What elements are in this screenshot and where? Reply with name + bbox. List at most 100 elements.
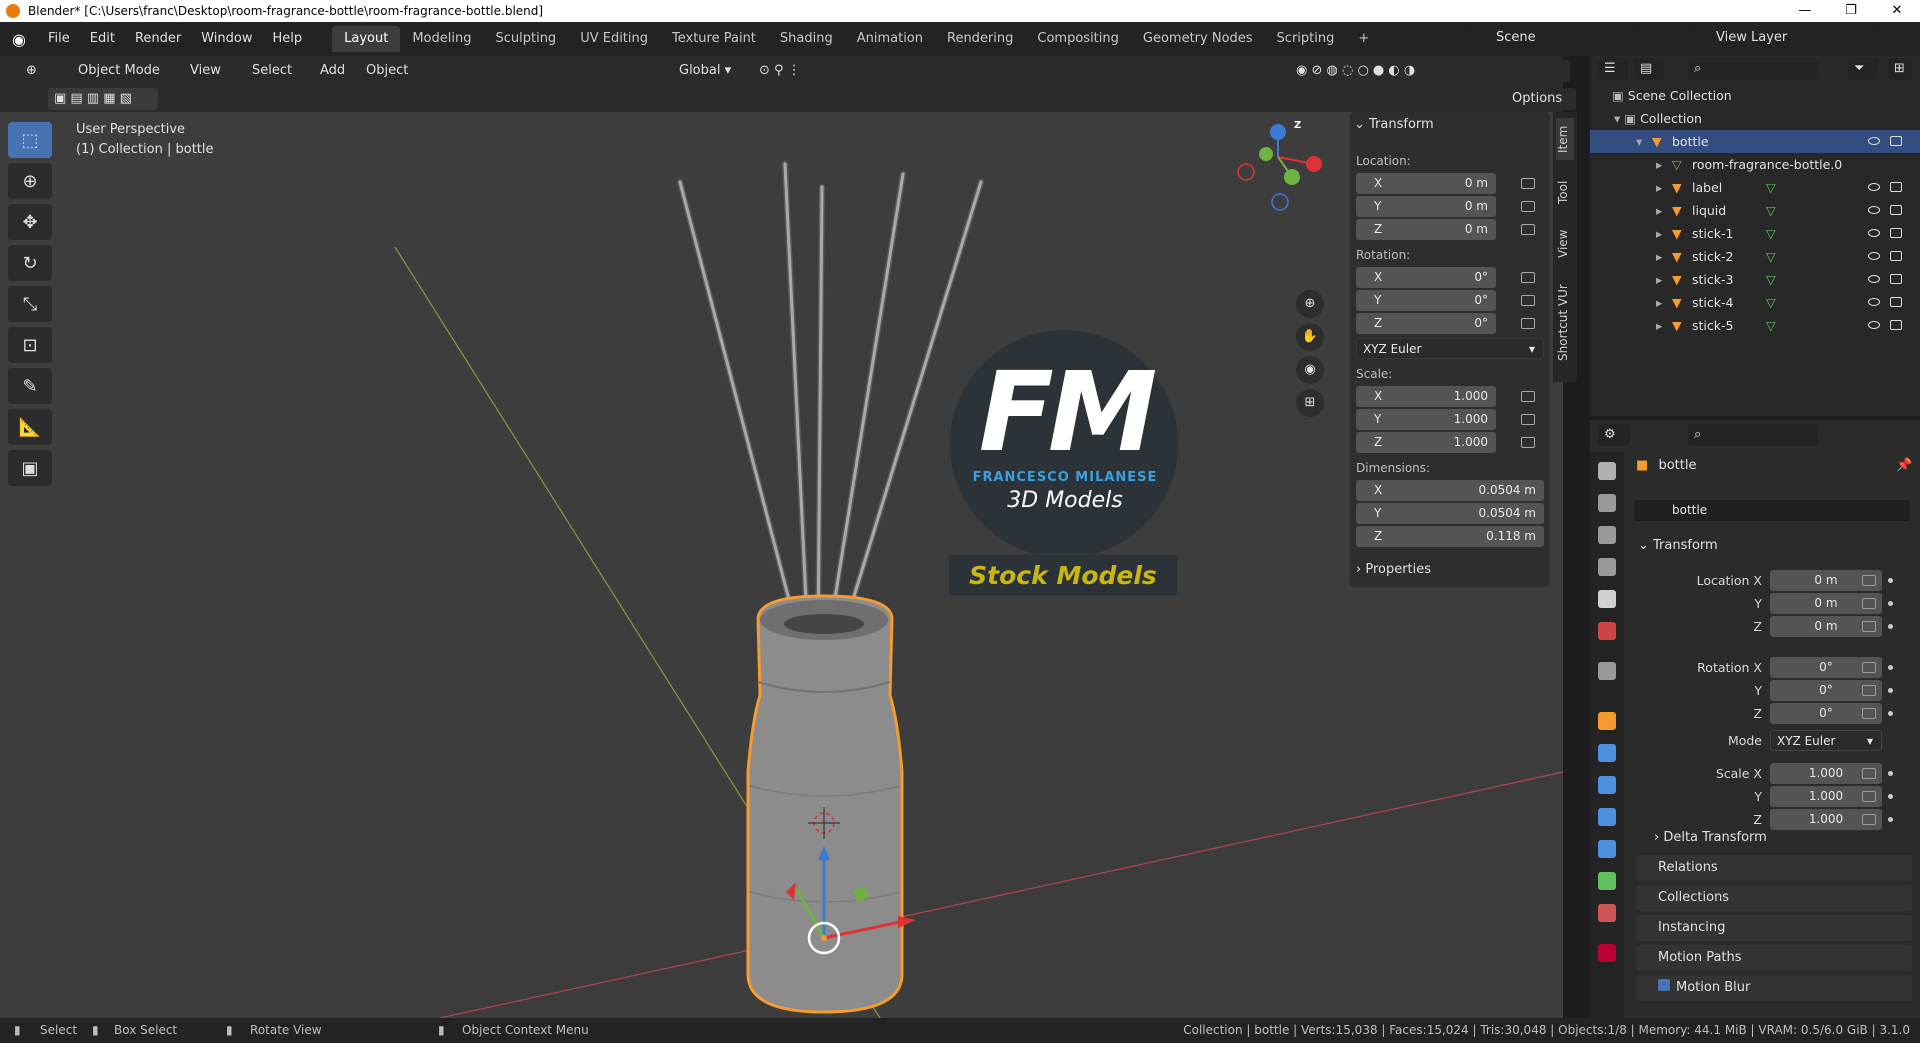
dimension-y-field[interactable]: Y 0.0504 m: [1356, 503, 1544, 524]
expand-down-arrow-icon[interactable]: ▾: [1636, 130, 1642, 153]
visibility-eye-icon[interactable]: [1868, 252, 1880, 260]
section-instancing[interactable]: Instancing: [1636, 915, 1912, 941]
constraints-tab-icon[interactable]: [1598, 840, 1616, 858]
lock-icon[interactable]: [1862, 598, 1876, 609]
render-camera-icon[interactable]: [1890, 251, 1902, 261]
blender-menu-icon[interactable]: ◉: [0, 30, 38, 49]
scale-x-field[interactable]: X 1.000: [1356, 386, 1496, 407]
sidebar-tab-item[interactable]: Item: [1556, 118, 1574, 160]
object-name-field[interactable]: bottle: [1634, 500, 1910, 521]
menu-add[interactable]: Add: [310, 56, 355, 86]
filter-icon[interactable]: ⏷: [1848, 58, 1878, 80]
collection-tab-icon[interactable]: [1598, 662, 1616, 680]
scale-tool-icon[interactable]: ⤡: [8, 286, 52, 322]
lock-icon[interactable]: [1521, 201, 1535, 212]
lock-icon[interactable]: [1521, 272, 1535, 283]
add-workspace-button[interactable]: +: [1346, 26, 1381, 52]
outliner-row-stick-1[interactable]: ▸ ▼ stick-1 ▽: [1590, 222, 1920, 245]
tab-geometry-nodes[interactable]: Geometry Nodes: [1131, 26, 1265, 52]
keyframe-dot-icon[interactable]: [1888, 794, 1893, 799]
camera-view-icon[interactable]: ◉: [1296, 356, 1324, 384]
keyframe-dot-icon[interactable]: [1888, 624, 1893, 629]
editor-type-icon[interactable]: ⊕: [20, 60, 46, 82]
lock-icon[interactable]: [1521, 178, 1535, 189]
tab-scripting[interactable]: Scripting: [1265, 26, 1347, 52]
lock-icon[interactable]: [1521, 224, 1535, 235]
delta-transform-header[interactable]: › Delta Transform: [1654, 830, 1767, 845]
lock-icon[interactable]: [1862, 814, 1876, 825]
tab-uv-editing[interactable]: UV Editing: [568, 26, 660, 52]
expand-right-arrow-icon[interactable]: ▸: [1656, 291, 1662, 314]
location-x-field[interactable]: X 0 m: [1356, 173, 1496, 194]
scene-tab-icon[interactable]: [1598, 590, 1616, 608]
grid-view-icon[interactable]: ⊞: [1296, 389, 1324, 417]
lock-icon[interactable]: [1521, 295, 1535, 306]
rotation-mode-dropdown[interactable]: XYZ Euler ▾: [1356, 338, 1544, 359]
sidebar-tab-view[interactable]: View: [1556, 224, 1574, 264]
render-camera-icon[interactable]: [1890, 182, 1902, 192]
physics-tab-icon[interactable]: [1598, 808, 1616, 826]
lock-icon[interactable]: [1521, 437, 1535, 448]
section-relations[interactable]: Relations: [1636, 855, 1912, 881]
keyframe-dot-icon[interactable]: [1888, 771, 1893, 776]
keyframe-dot-icon[interactable]: [1888, 711, 1893, 716]
visibility-eye-icon[interactable]: [1868, 321, 1880, 329]
visibility-eye-icon[interactable]: [1868, 229, 1880, 237]
outliner-row-room-fragrance-bottle-0[interactable]: ▸ ▽ room-fragrance-bottle.0: [1590, 153, 1920, 176]
render-camera-icon[interactable]: [1890, 320, 1902, 330]
sidebar-tab-shortcut-vur[interactable]: Shortcut VUr: [1556, 278, 1574, 368]
rotation-z-field[interactable]: Z 0°: [1356, 313, 1496, 334]
outliner-row-stick-2[interactable]: ▸ ▼ stick-2 ▽: [1590, 245, 1920, 268]
new-collection-icon[interactable]: ⊞: [1888, 58, 1912, 80]
tab-animation[interactable]: Animation: [845, 26, 935, 52]
outliner-row-stick-3[interactable]: ▸ ▼ stick-3 ▽: [1590, 268, 1920, 291]
visibility-eye-icon[interactable]: [1868, 275, 1880, 283]
lock-icon[interactable]: [1862, 662, 1876, 673]
selection-mode-icons[interactable]: ▣ ▤ ▥ ▦ ▧: [48, 88, 158, 110]
outliner-row-liquid[interactable]: ▸ ▼ liquid ▽: [1590, 199, 1920, 222]
outliner-row-stick-5[interactable]: ▸ ▼ stick-5 ▽: [1590, 314, 1920, 337]
tab-sculpting[interactable]: Sculpting: [483, 26, 568, 52]
outliner-row-scene-collection[interactable]: ▣ Scene Collection: [1590, 84, 1920, 107]
maximize-button[interactable]: ❐: [1828, 0, 1874, 22]
outliner-row-bottle[interactable]: ▾ ▼ bottle: [1590, 130, 1920, 153]
pin-icon[interactable]: 📌: [1896, 458, 1912, 473]
tab-modeling[interactable]: Modeling: [400, 26, 483, 52]
particles-tab-icon[interactable]: [1598, 776, 1616, 794]
measure-tool-icon[interactable]: 📐: [8, 409, 52, 445]
viewport-shading-controls[interactable]: ◉ ⊘ ◍ ◌ ○ ● ◐ ◑: [1290, 60, 1570, 82]
keyframe-dot-icon[interactable]: [1888, 688, 1893, 693]
tab-rendering[interactable]: Rendering: [935, 26, 1025, 52]
transform-tool-icon[interactable]: ⊡: [8, 327, 52, 363]
keyframe-dot-icon[interactable]: [1888, 578, 1893, 583]
lock-icon[interactable]: [1521, 414, 1535, 425]
lock-icon[interactable]: [1862, 768, 1876, 779]
keyframe-dot-icon[interactable]: [1888, 601, 1893, 606]
gizmo-z-label[interactable]: Z: [1294, 120, 1308, 131]
expand-right-arrow-icon[interactable]: ▸: [1656, 245, 1662, 268]
close-button[interactable]: ✕: [1874, 0, 1920, 22]
menu-file[interactable]: File: [38, 22, 80, 56]
visibility-eye-icon[interactable]: [1868, 183, 1880, 191]
outliner-search-input[interactable]: ⌕: [1688, 58, 1818, 80]
lock-icon[interactable]: [1862, 685, 1876, 696]
outliner-editor-type-icon[interactable]: ☰: [1598, 58, 1628, 80]
display-mode-icon[interactable]: ▤: [1634, 58, 1664, 80]
outliner-row-stick-4[interactable]: ▸ ▼ stick-4 ▽: [1590, 291, 1920, 314]
lock-icon[interactable]: [1862, 791, 1876, 802]
render-camera-icon[interactable]: [1890, 205, 1902, 215]
keyframe-dot-icon[interactable]: [1888, 817, 1893, 822]
tab-texture-paint[interactable]: Texture Paint: [660, 26, 768, 52]
lock-icon[interactable]: [1862, 708, 1876, 719]
modifiers-tab-icon[interactable]: [1598, 744, 1616, 762]
render-camera-icon[interactable]: [1890, 274, 1902, 284]
cursor-tool-icon[interactable]: ⊕: [8, 163, 52, 199]
location-z-field[interactable]: Z 0 m: [1356, 219, 1496, 240]
select-box-tool-icon[interactable]: ⬚: [8, 122, 52, 158]
lock-icon[interactable]: [1862, 621, 1876, 632]
rotation-x-field[interactable]: X 0°: [1356, 267, 1496, 288]
material-tab-icon[interactable]: [1598, 904, 1616, 922]
outliner-row-label[interactable]: ▸ ▼ label ▽: [1590, 176, 1920, 199]
menu-edit[interactable]: Edit: [80, 22, 125, 56]
npanel-properties-header[interactable]: › Properties: [1356, 562, 1431, 577]
